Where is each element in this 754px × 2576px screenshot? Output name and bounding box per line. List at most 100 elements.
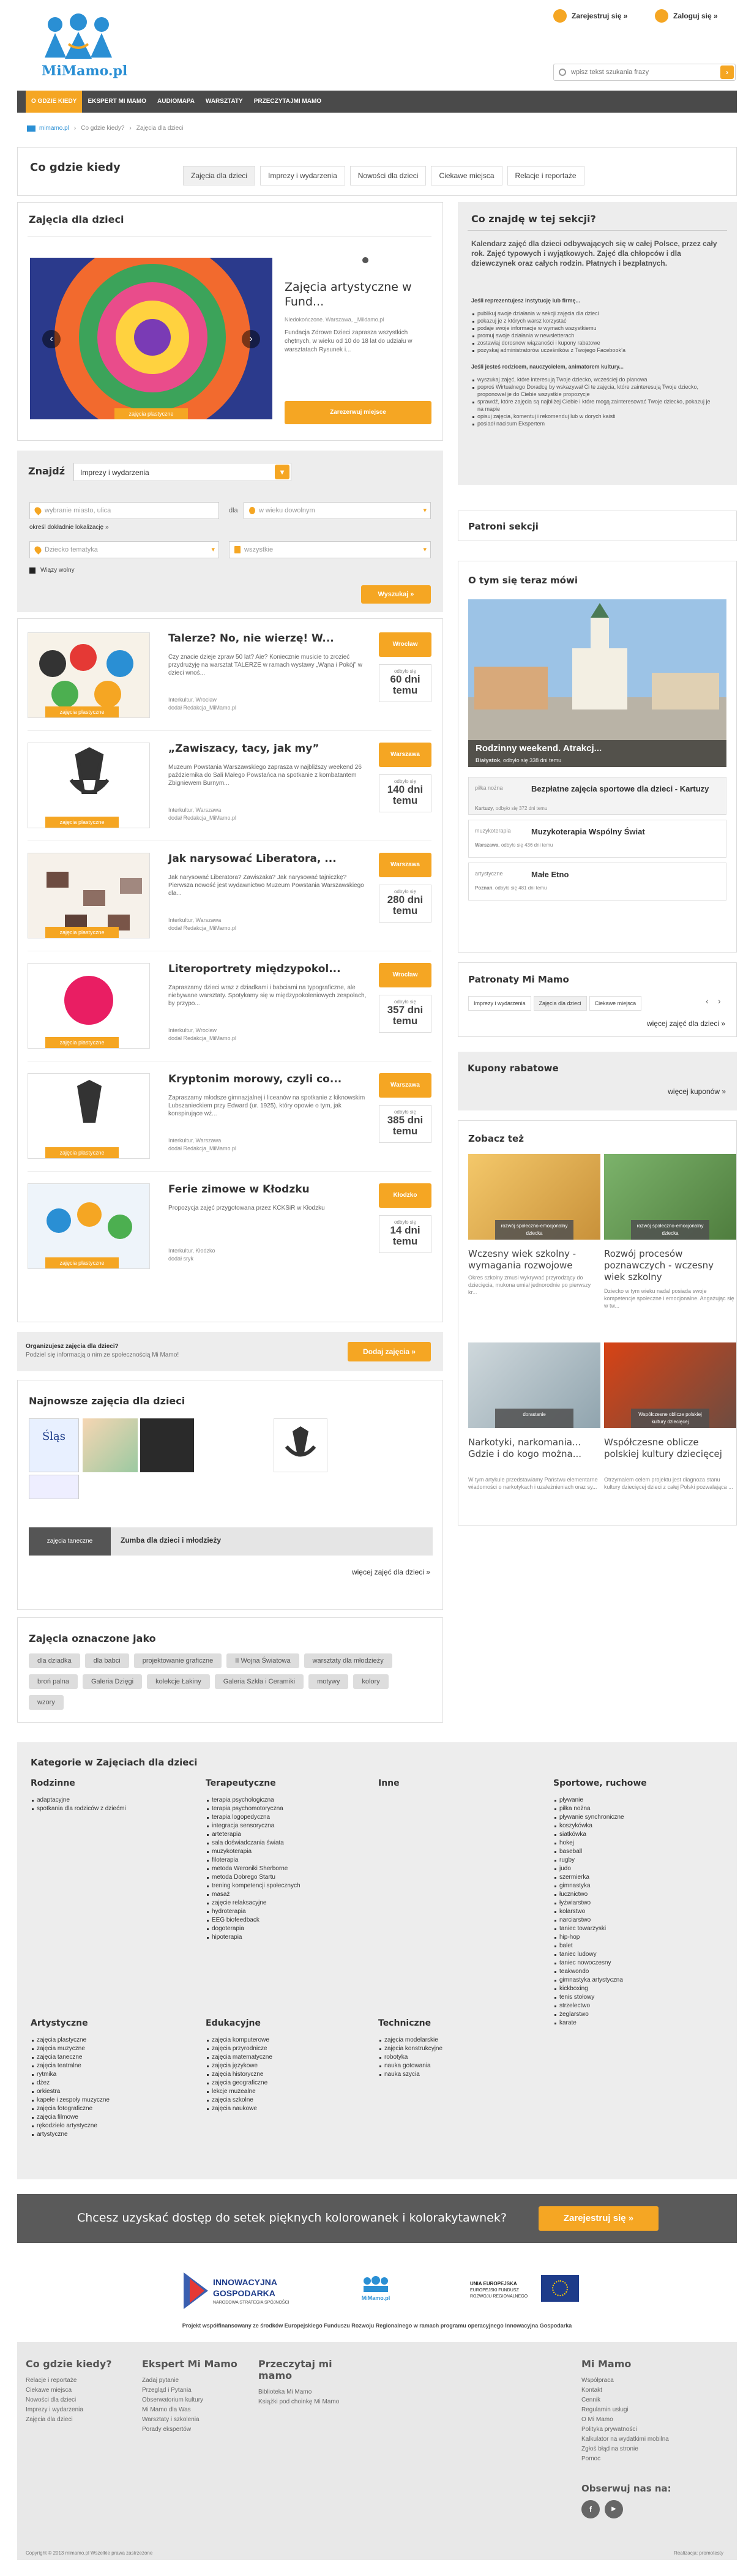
category-link[interactable]: judo — [553, 1865, 719, 1873]
footer-link[interactable]: Imprezy i wydarzenia — [26, 2405, 130, 2415]
event-thumbnail[interactable]: zajęcia plastyczne — [28, 1183, 150, 1269]
patronaty-tab[interactable]: Imprezy i wydarzenia — [468, 996, 531, 1011]
category-link[interactable]: żeglarstwo — [553, 2010, 719, 2019]
newest-thumb[interactable]: Śląs — [29, 1418, 79, 1472]
reserve-button[interactable]: Zarezerwuj miejsce — [285, 401, 431, 424]
category-link[interactable]: pływanie — [553, 1796, 719, 1805]
footer-link[interactable]: Książki pod choinkę Mi Mamo — [258, 2397, 362, 2407]
add-event-button[interactable]: Dodaj zajęcia » — [348, 1342, 431, 1361]
location-reminder[interactable]: określ dokładnie lokalizację » — [29, 524, 109, 531]
footer-title[interactable]: Co gdzie kiedy? — [26, 2358, 130, 2370]
category-link[interactable]: zajęcie relaksacyjne — [206, 1899, 371, 1908]
event-title[interactable]: Jak narysować Liberatora, ... — [168, 853, 337, 865]
place-input[interactable]: wybranie miasto, ulica — [29, 502, 219, 519]
category-link[interactable]: nauka gotowania — [378, 2062, 543, 2070]
event-city-button[interactable]: Warszawa — [379, 743, 431, 767]
nav-item[interactable]: O GDZIE KIEDY — [26, 91, 83, 113]
tab-1[interactable]: Imprezy i wydarzenia — [260, 166, 345, 185]
footer-link[interactable]: O Mi Mamo — [581, 2415, 685, 2425]
category-link[interactable]: baseball — [553, 1848, 719, 1856]
category-link[interactable]: zajęcia naukowe — [206, 2105, 371, 2113]
tag-chip[interactable]: motywy — [308, 1674, 349, 1689]
tag-chip[interactable]: warsztaty dla młodzieży — [304, 1653, 392, 1668]
category-link[interactable]: łyżwiarstwo — [553, 1899, 719, 1908]
search-box[interactable]: › — [553, 64, 736, 81]
logo[interactable]: MiMamo.pl — [42, 13, 127, 79]
category-link[interactable]: taniec nowoczesny — [553, 1959, 719, 1968]
patronaty-tab[interactable]: Ciekawe miejsca — [589, 996, 642, 1011]
category-link[interactable]: zajęcia geograficzne — [206, 2079, 371, 2087]
category-link[interactable]: zajęcia fotograficzne — [31, 2105, 196, 2113]
newest-thumb[interactable] — [29, 1475, 79, 1499]
category-link[interactable]: hip-hop — [553, 1933, 719, 1942]
tag-chip[interactable]: kolekcje Łakiny — [147, 1674, 210, 1689]
category-link[interactable]: pływanie synchroniczne — [553, 1813, 719, 1822]
category-link[interactable]: hydroterapia — [206, 1908, 371, 1916]
next-arrow-button[interactable]: › — [242, 330, 260, 348]
tag-chip[interactable]: broń palna — [29, 1674, 78, 1689]
age-select[interactable]: w wieku dowolnym ▾ — [244, 502, 431, 519]
newest-thumb[interactable] — [83, 1418, 138, 1472]
credit[interactable]: Realizacja: promotesty — [674, 2550, 723, 2556]
category-link[interactable]: lekcje muzealne — [206, 2087, 371, 2096]
article-card[interactable]: dorastanie Narkotyki, narkomania... Gdzie… — [468, 1342, 600, 1520]
now-row[interactable]: muzykoterapia Muzykoterapia Wspólny Świat… — [468, 820, 726, 858]
category-link[interactable]: szermierka — [553, 1873, 719, 1882]
event-title[interactable]: „Zawiszacy, tacy, jak my” — [168, 743, 319, 755]
category-link[interactable]: balet — [553, 1942, 719, 1950]
category-link[interactable]: nauka szycia — [378, 2070, 543, 2079]
login-link[interactable]: Zaloguj się » — [655, 9, 718, 23]
footer-link[interactable]: Kontakt — [581, 2386, 685, 2395]
category-link[interactable]: zajęcia językowe — [206, 2062, 371, 2070]
tab-0[interactable]: Zajęcia dla dzieci — [183, 166, 256, 185]
category-link[interactable]: trening kompetencji społecznych — [206, 1882, 371, 1890]
category-link[interactable]: dżez — [31, 2079, 196, 2087]
when-select[interactable]: wszystkie ▾ — [229, 541, 431, 558]
search-submit-button[interactable]: Wyszukaj » — [361, 585, 431, 604]
event-thumbnail[interactable]: zajęcia plastyczne — [28, 632, 150, 718]
nav-item[interactable]: WARSZTATY — [200, 91, 248, 113]
category-link[interactable]: rytmika — [31, 2070, 196, 2079]
category-link[interactable]: kapele i zespoły muzyczne — [31, 2096, 196, 2105]
event-city-button[interactable]: Wrocław — [379, 963, 431, 987]
tab-4[interactable]: Relacje i reportaże — [507, 166, 584, 185]
category-link[interactable]: integracja sensoryczna — [206, 1822, 371, 1830]
category-link[interactable]: teakwondo — [553, 1968, 719, 1976]
footer-link[interactable]: Porady ekspertów — [142, 2425, 246, 2435]
tag-chip[interactable]: dla babci — [84, 1653, 129, 1668]
newest-thumb[interactable] — [140, 1418, 194, 1472]
category-link[interactable]: zajęcia szkolne — [206, 2096, 371, 2105]
event-city-button[interactable]: Warszawa — [379, 853, 431, 877]
footer-link[interactable]: Zadaj pytanie — [142, 2376, 246, 2386]
patronaty-more-link[interactable]: więcej zajęć dla dzieci » — [647, 1019, 725, 1028]
category-link[interactable]: sala doświadczania świata — [206, 1839, 371, 1848]
footer-link[interactable]: Pomoc — [581, 2454, 685, 2464]
category-link[interactable]: robotyka — [378, 2053, 543, 2062]
tag-chip[interactable]: dla dziadka — [29, 1653, 80, 1668]
category-link[interactable]: hipoterapia — [206, 1933, 371, 1942]
footer-title[interactable]: Przeczytaj mi mamo — [258, 2358, 362, 2381]
breadcrumb-item[interactable]: Co gdzie kiedy? — [81, 125, 124, 132]
event-thumbnail[interactable]: zajęcia plastyczne — [28, 963, 150, 1049]
footer-link[interactable]: Ciekawe miejsca — [26, 2386, 130, 2395]
category-link[interactable]: zajęcia konstrukcyjne — [378, 2045, 543, 2053]
footer-link[interactable]: Biblioteka Mi Mamo — [258, 2387, 362, 2397]
featured-image[interactable]: ‹ › zajęcia plastyczne — [30, 258, 272, 419]
category-link[interactable]: muzykoterapia — [206, 1848, 371, 1856]
nav-item[interactable]: EKSPERT MI MAMO — [82, 91, 152, 113]
footer-link[interactable]: Relacje i reportaże — [26, 2376, 130, 2386]
category-link[interactable]: piłka nożna — [553, 1805, 719, 1813]
category-link[interactable]: spotkania dla rodziców z dziećmi — [31, 1805, 196, 1813]
category-link[interactable]: zajęcia teatralne — [31, 2062, 196, 2070]
category-link[interactable]: zajęcia przyrodnicze — [206, 2045, 371, 2053]
event-city-button[interactable]: Warszawa — [379, 1073, 431, 1098]
footer-link[interactable]: Warsztaty i szkolenia — [142, 2415, 246, 2425]
newest-row[interactable]: zajęcia taneczne Zumba dla dzieci i młod… — [29, 1527, 433, 1556]
facebook-icon[interactable]: f — [581, 2500, 600, 2518]
footer-link[interactable]: Polityka prywatności — [581, 2425, 685, 2435]
category-link[interactable]: adaptacyjne — [31, 1796, 196, 1805]
category-link[interactable]: taniec towarzyski — [553, 1925, 719, 1933]
event-city-button[interactable]: Wrocław — [379, 632, 431, 657]
category-link[interactable]: zajęcia matematyczne — [206, 2053, 371, 2062]
category-link[interactable]: zajęcia modelarskie — [378, 2036, 543, 2045]
